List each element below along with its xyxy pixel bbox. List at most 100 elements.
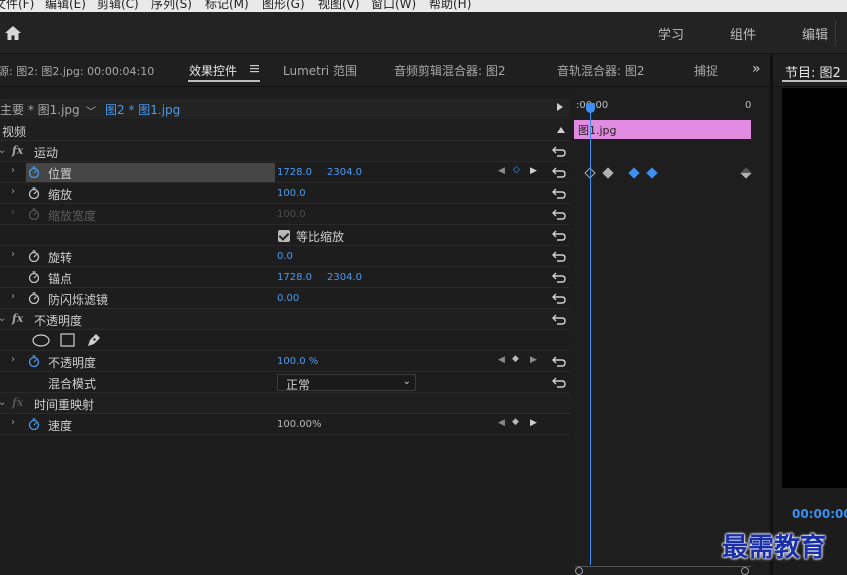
menu-marker[interactable]: 标记(M): [205, 0, 249, 12]
menu-sequence[interactable]: 序列(S): [151, 0, 192, 12]
reset-icon[interactable]: [552, 187, 566, 199]
tab-capture[interactable]: 捕捉: [694, 62, 718, 79]
chevron-right-icon[interactable]: ›: [11, 186, 15, 197]
fx-icon[interactable]: fx: [12, 312, 23, 325]
menu-edit[interactable]: 编辑(E): [45, 0, 86, 12]
reset-icon[interactable]: [552, 229, 566, 241]
reset-icon[interactable]: [552, 355, 566, 367]
chevron-down-icon[interactable]: ﹀: [86, 103, 96, 118]
reset-icon[interactable]: [552, 208, 566, 220]
menu-window[interactable]: 窗口(W): [371, 0, 416, 12]
tab-audio-clip-mixer[interactable]: 音频剪辑混合器: 图2: [394, 62, 506, 79]
panel-menu-icon[interactable]: [250, 64, 259, 73]
prev-keyframe-button[interactable]: ◀: [498, 355, 505, 365]
chevron-down-icon[interactable]: ⌄: [0, 397, 6, 408]
chevron-right-icon[interactable]: ›: [11, 291, 15, 302]
program-viewer[interactable]: [782, 88, 847, 488]
collapse-icon[interactable]: [557, 127, 565, 133]
reset-icon[interactable]: [552, 166, 566, 178]
program-timecode[interactable]: 00:00:00: [792, 507, 847, 521]
tab-source[interactable]: 源: 图2: 图2.jpg: 00:00:04:10: [0, 63, 154, 79]
home-icon[interactable]: [4, 25, 22, 41]
add-keyframe-button[interactable]: ◇: [513, 165, 520, 175]
tab-lumetri-scopes[interactable]: Lumetri 范围: [283, 62, 357, 79]
master-clip-label[interactable]: 主要 * 图1.jpg: [0, 101, 80, 118]
anti-flicker-value[interactable]: 0.00: [277, 293, 299, 304]
time-remap-label: 时间重映射: [34, 398, 95, 412]
workspace-editing[interactable]: 编辑: [802, 24, 828, 43]
anchor-x-value[interactable]: 1728.0: [277, 272, 312, 283]
anchor-y-value[interactable]: 2304.0: [327, 272, 362, 283]
rotation-value[interactable]: 0.0: [277, 251, 293, 262]
stopwatch-icon[interactable]: [28, 292, 40, 304]
position-x-value[interactable]: 1728.0: [277, 167, 312, 178]
motion-effect-row[interactable]: ⌄ fx 运动: [0, 141, 570, 162]
stopwatch-icon: [28, 208, 40, 220]
tab-effect-controls[interactable]: 效果控件: [189, 62, 237, 79]
menu-view[interactable]: 视图(V): [318, 0, 360, 12]
add-keyframe-button[interactable]: ◆: [512, 417, 519, 427]
reset-icon[interactable]: [552, 250, 566, 262]
opacity-value[interactable]: 100.0 %: [277, 356, 318, 367]
playhead-line[interactable]: [590, 110, 591, 565]
add-keyframe-button[interactable]: ◆: [512, 354, 519, 364]
reset-icon[interactable]: [552, 292, 566, 304]
timeline-ruler[interactable]: :00:00 0: [572, 99, 752, 119]
reset-icon[interactable]: [552, 376, 566, 388]
anchor-label: 锚点: [48, 272, 73, 286]
chevron-right-icon[interactable]: ›: [11, 417, 15, 428]
next-keyframe-button[interactable]: ▶: [530, 355, 537, 365]
zoom-handle-left[interactable]: [575, 567, 583, 575]
next-keyframe-button[interactable]: ▶: [530, 418, 537, 428]
stopwatch-icon[interactable]: [28, 166, 40, 178]
playhead-handle[interactable]: [586, 103, 595, 113]
next-keyframe-button[interactable]: ▶: [530, 166, 537, 176]
prev-keyframe-button[interactable]: ◀: [498, 166, 505, 176]
scale-width-value: 100.0: [277, 209, 306, 220]
scale-value[interactable]: 100.0: [277, 188, 306, 199]
tab-program-monitor[interactable]: 节目: 图2: [785, 62, 841, 81]
chevron-right-icon: ›: [11, 207, 15, 218]
scale-row: › 缩放 100.0: [0, 183, 570, 204]
opacity-row: › 不透明度 100.0 % ◀ ◆ ▶: [0, 351, 570, 372]
reset-icon[interactable]: [552, 313, 566, 325]
stopwatch-icon[interactable]: [28, 187, 40, 199]
workspace-learn[interactable]: 学习: [658, 24, 684, 43]
opacity-effect-row[interactable]: ⌄ fx 不透明度: [0, 309, 570, 330]
timeline-zoom-scrollbar[interactable]: [575, 566, 751, 575]
stopwatch-icon[interactable]: [28, 355, 40, 367]
tab-audio-track-mixer[interactable]: 音轨混合器: 图2: [557, 62, 645, 79]
stopwatch-icon[interactable]: [28, 271, 40, 283]
time-remap-row[interactable]: ⌄ fx 时间重映射: [0, 393, 570, 414]
speed-value[interactable]: 100.00%: [277, 419, 322, 430]
blend-mode-select[interactable]: 正常 ⌄: [277, 374, 416, 392]
stopwatch-icon[interactable]: [28, 250, 40, 262]
stopwatch-icon[interactable]: [28, 418, 40, 430]
menu-file[interactable]: 文件(F): [0, 0, 34, 12]
ellipse-mask-icon[interactable]: [32, 334, 50, 347]
chevron-right-icon[interactable]: ›: [11, 165, 15, 176]
reset-icon[interactable]: [552, 271, 566, 283]
workspace-assembly[interactable]: 组件: [730, 24, 756, 43]
uniform-scale-checkbox[interactable]: [278, 230, 290, 242]
rectangle-mask-icon[interactable]: [60, 333, 75, 347]
prev-keyframe-button[interactable]: ◀: [498, 418, 505, 428]
reset-icon[interactable]: [552, 145, 566, 157]
menu-help[interactable]: 帮助(H): [429, 0, 471, 12]
chevron-right-icon[interactable]: ›: [11, 249, 15, 260]
chevron-down-icon[interactable]: ⌄: [0, 313, 6, 324]
pen-mask-icon[interactable]: [86, 332, 102, 348]
more-tabs-button[interactable]: »: [752, 61, 761, 77]
chevron-right-icon[interactable]: ›: [11, 354, 15, 365]
play-icon[interactable]: [557, 103, 563, 111]
speed-row: › 速度 100.00% ◀ ◆ ▶: [0, 414, 570, 435]
workspace-divider: [835, 20, 836, 46]
menu-clip[interactable]: 剪辑(C): [97, 0, 139, 12]
menu-graphics[interactable]: 图形(G): [262, 0, 305, 12]
scale-label: 缩放: [48, 188, 73, 202]
chevron-down-icon[interactable]: ⌄: [0, 145, 6, 156]
fx-icon[interactable]: fx: [12, 144, 23, 157]
zoom-handle-right[interactable]: [741, 567, 749, 575]
position-y-value[interactable]: 2304.0: [327, 167, 362, 178]
sequence-clip-link[interactable]: 图2 * 图1.jpg: [105, 101, 180, 118]
